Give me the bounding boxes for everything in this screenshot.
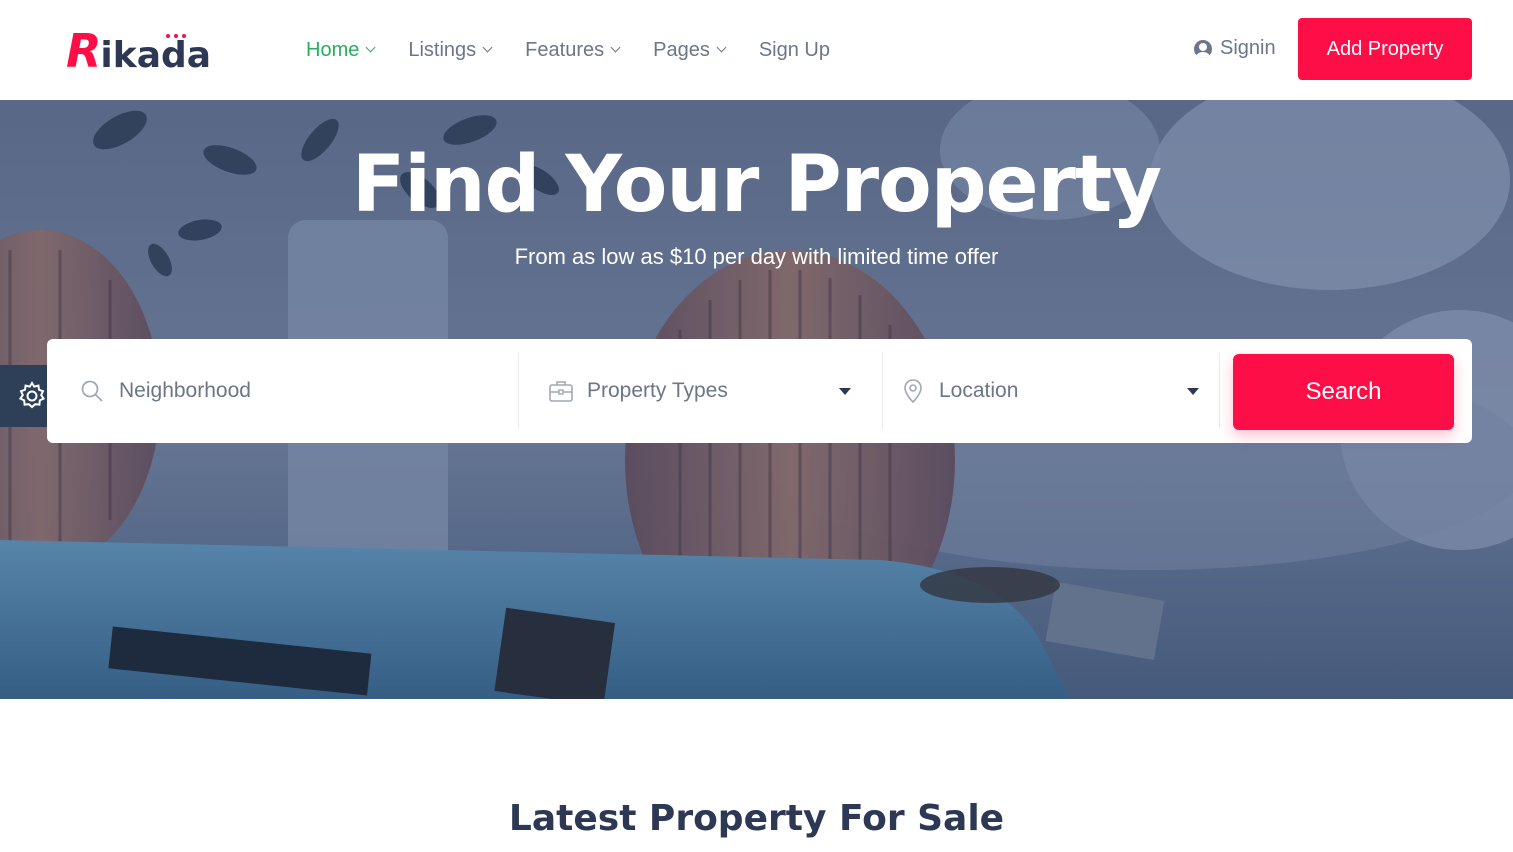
- nav-listings-label: Listings: [408, 38, 477, 61]
- hero-banner: Find Your Property From as low as $10 pe…: [0, 100, 1513, 699]
- site-logo[interactable]: R ikada: [66, 24, 211, 74]
- gear-icon: [18, 381, 45, 409]
- caret-down-icon: [839, 388, 851, 395]
- nav-listings[interactable]: Listings: [408, 36, 493, 64]
- briefcase-icon: [549, 381, 573, 402]
- nav-signup-label: Sign Up: [758, 38, 830, 61]
- section-title: Latest Property For Sale: [508, 798, 1005, 839]
- divider: [1219, 353, 1220, 429]
- caret-down-icon: [1187, 388, 1199, 395]
- nav-signup[interactable]: Sign Up: [759, 36, 830, 64]
- nav-pages[interactable]: Pages: [653, 36, 727, 64]
- main-nav: Home Listings Features Pages Sign Up: [306, 36, 864, 64]
- add-property-button[interactable]: Add Property: [1298, 18, 1472, 80]
- signin-label: Signin: [1220, 37, 1276, 59]
- search-button[interactable]: Search: [1233, 354, 1454, 430]
- logo-text: ikada: [100, 35, 212, 76]
- user-circle-icon: [1194, 39, 1212, 58]
- property-search-bar: Neighborhood Property Types Location Sea…: [47, 339, 1472, 443]
- chevron-down-icon: [365, 42, 376, 53]
- nav-home-label: Home: [306, 38, 360, 61]
- chevron-down-icon: [716, 42, 727, 53]
- signin-link[interactable]: Signin: [1194, 37, 1276, 60]
- nav-home[interactable]: Home: [306, 36, 376, 64]
- property-types-placeholder: Property Types: [587, 379, 728, 402]
- search-icon: [81, 380, 103, 402]
- neighborhood-placeholder: Neighborhood: [119, 379, 251, 402]
- hero-title: Find Your Property: [351, 140, 1162, 230]
- neighborhood-input[interactable]: Neighborhood: [81, 353, 511, 429]
- location-placeholder: Location: [939, 379, 1019, 402]
- divider: [882, 353, 883, 429]
- site-header: R ikada Home Listings Features Pages Sig…: [0, 0, 1513, 100]
- hero-subtitle: From as low as $10 per day with limited …: [514, 244, 999, 269]
- property-types-select[interactable]: Property Types: [549, 353, 869, 429]
- divider: [518, 353, 519, 429]
- chevron-down-icon: [610, 42, 621, 53]
- location-select[interactable]: Location: [903, 353, 1213, 429]
- map-pin-icon: [904, 379, 922, 403]
- nav-pages-label: Pages: [653, 38, 710, 61]
- nav-features-label: Features: [525, 38, 605, 61]
- chevron-down-icon: [482, 42, 493, 53]
- logo-initial: R: [66, 24, 101, 78]
- nav-features[interactable]: Features: [525, 36, 621, 64]
- logo-dots: [166, 34, 186, 38]
